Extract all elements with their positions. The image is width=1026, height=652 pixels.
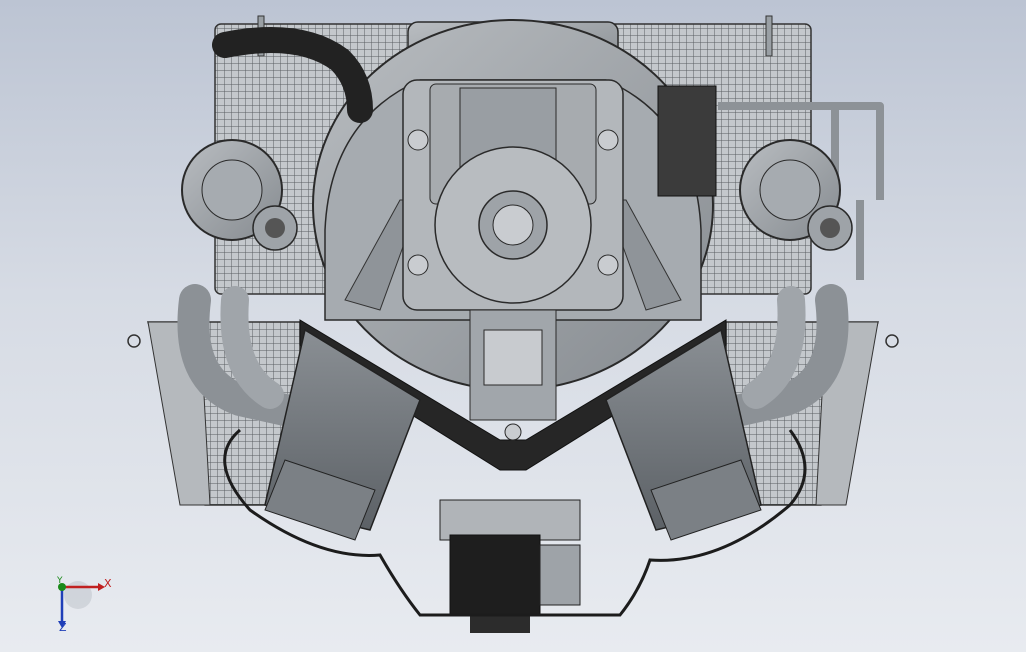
triad-z-label: Z	[59, 621, 67, 634]
distributor-unit	[439, 499, 581, 633]
engine-assembly-model[interactable]	[0, 0, 1026, 652]
graphics-viewport[interactable]: X Y Z	[0, 0, 1026, 652]
triad-x-label: X	[104, 577, 112, 590]
oil-cooler	[657, 85, 717, 197]
front-cover	[402, 79, 624, 441]
triad-y-label: Y	[57, 576, 63, 586]
